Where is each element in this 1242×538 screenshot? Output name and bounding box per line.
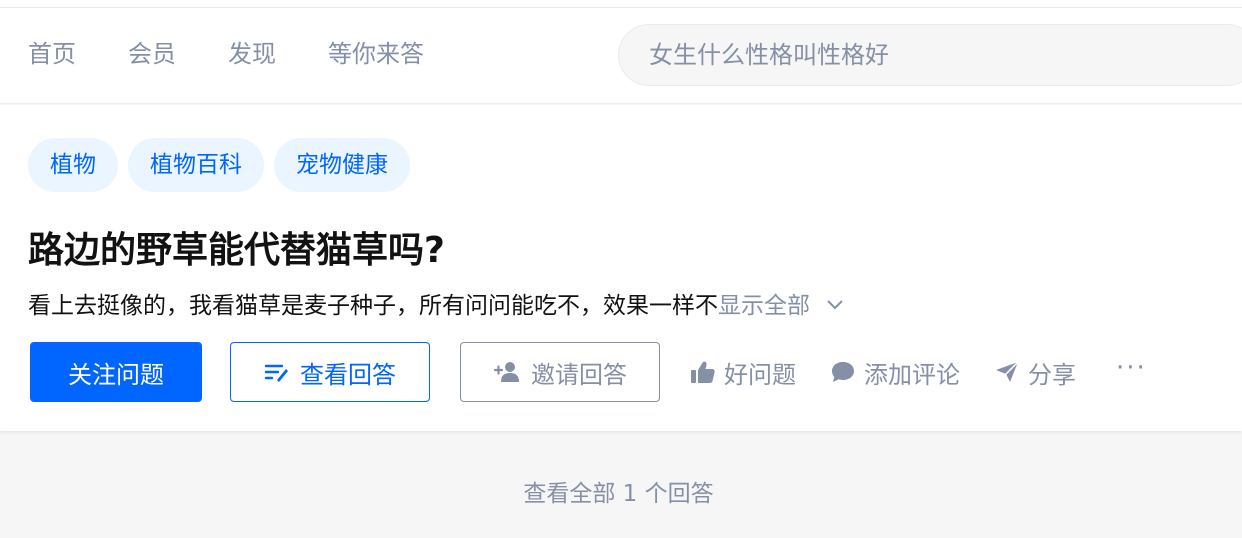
topic-tags: 植物 植物百科 宠物健康 — [28, 138, 420, 192]
topic-tag-plants[interactable]: 植物 — [28, 138, 118, 192]
share-label: 分享 — [1028, 360, 1076, 389]
thumbs-up-icon — [691, 361, 715, 383]
good-question-label: 好问题 — [724, 360, 796, 389]
question-actions: 关注问题 查看回答 邀请回答 好问题 添加评论 分享 ··· — [30, 342, 1147, 402]
list-edit-icon — [264, 364, 288, 382]
good-question-button[interactable]: 好问题 — [690, 355, 796, 390]
show-all-button[interactable]: 显示全部 — [718, 293, 844, 319]
invite-answer-button[interactable]: 邀请回答 — [460, 342, 660, 402]
add-user-icon — [493, 362, 519, 382]
chevron-down-icon — [827, 299, 843, 309]
question-title: 路边的野草能代替猫草吗? — [28, 230, 445, 271]
comment-bubble-icon — [832, 362, 854, 382]
question-excerpt-text: 看上去挺像的，我看猫草是麦子种子，所有问问能吃不，效果一样不 — [28, 293, 718, 319]
nav-item-home[interactable]: 首页 — [28, 38, 76, 70]
show-all-label: 显示全部 — [718, 293, 810, 319]
question-excerpt: 看上去挺像的，我看猫草是麦子种子，所有问问能吃不，效果一样不显示全部 — [28, 289, 844, 323]
follow-question-button[interactable]: 关注问题 — [30, 342, 202, 402]
topic-tag-plant-encyclopedia[interactable]: 植物百科 — [128, 138, 264, 192]
add-comment-label: 添加评论 — [864, 360, 960, 389]
add-comment-button[interactable]: 添加评论 — [830, 355, 960, 390]
view-answers-label: 查看回答 — [300, 360, 396, 389]
nav-item-waiting-answers[interactable]: 等你来答 — [328, 38, 424, 70]
top-navigation-bar: 首页 会员 发现 等你来答 女生什么性格叫性格好 — [0, 8, 1242, 104]
nav-item-discover[interactable]: 发现 — [228, 38, 276, 70]
topic-tag-pet-health[interactable]: 宠物健康 — [274, 138, 410, 192]
share-button[interactable]: 分享 — [994, 355, 1076, 390]
view-answers-button[interactable]: 查看回答 — [230, 342, 430, 402]
more-options-button[interactable]: ··· — [1116, 353, 1147, 383]
main-nav: 首页 会员 发现 等你来答 — [28, 38, 476, 70]
question-header-card: 植物 植物百科 宠物健康 路边的野草能代替猫草吗? 看上去挺像的，我看猫草是麦子… — [0, 105, 1242, 431]
paper-plane-icon — [996, 361, 1019, 382]
search-input[interactable]: 女生什么性格叫性格好 — [618, 24, 1242, 86]
view-all-answers-link[interactable]: 查看全部 1 个回答 — [0, 474, 1237, 508]
invite-answer-label: 邀请回答 — [531, 360, 627, 389]
nav-item-membership[interactable]: 会员 — [128, 38, 176, 70]
top-divider — [0, 0, 1242, 8]
follow-question-label: 关注问题 — [68, 360, 164, 389]
